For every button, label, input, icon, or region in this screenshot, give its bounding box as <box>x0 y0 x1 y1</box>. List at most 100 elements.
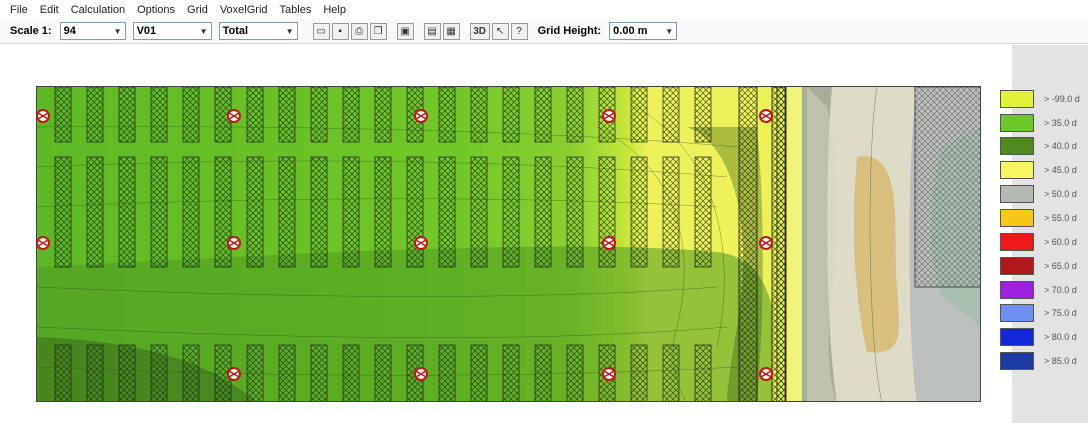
building-block <box>438 344 456 401</box>
legend-item: > 40.0 d <box>1000 137 1077 155</box>
receiver-marker <box>414 109 428 123</box>
copy-button[interactable]: ❐ <box>369 22 387 40</box>
question-icon: ? <box>516 25 522 37</box>
menu-options[interactable]: Options <box>137 4 175 16</box>
legend-label: > 55.0 d <box>1044 213 1077 223</box>
legend-swatch <box>1000 209 1034 227</box>
building-block <box>54 87 72 143</box>
legend-item: > 55.0 d <box>1000 209 1077 227</box>
building-block <box>406 156 424 268</box>
building-block <box>278 156 296 268</box>
copy-icon: ❐ <box>373 25 383 37</box>
building-block <box>694 344 712 401</box>
receiver-marker <box>602 109 616 123</box>
building-block <box>630 344 648 401</box>
building-block <box>118 156 136 268</box>
building-block <box>278 87 296 143</box>
legend-item: > 65.0 d <box>1000 257 1077 275</box>
building-block <box>630 156 648 268</box>
building-block <box>150 87 168 143</box>
building-block <box>374 87 392 143</box>
building-block <box>150 156 168 268</box>
variant-select[interactable]: V01 ▼ <box>132 22 212 40</box>
building-block <box>438 156 456 268</box>
building-block <box>566 87 584 143</box>
chevron-down-icon: ▼ <box>113 26 122 36</box>
palette-icon: ▦ <box>446 25 456 37</box>
legend-swatch <box>1000 257 1034 275</box>
legend-swatch <box>1000 114 1034 132</box>
receiver-marker <box>414 367 428 381</box>
building-block <box>438 87 456 143</box>
legend-item: > 35.0 d <box>1000 114 1077 132</box>
building-block <box>246 87 264 143</box>
grid-height-select[interactable]: 0.00 m ▼ <box>609 22 678 40</box>
table-button[interactable]: ▤ <box>423 22 441 40</box>
chevron-down-icon: ▼ <box>665 26 674 36</box>
mode-value: Total <box>222 25 249 37</box>
menu-help[interactable]: Help <box>323 4 346 16</box>
menu-file[interactable]: File <box>10 4 28 16</box>
building-block <box>694 156 712 268</box>
menu-calculation[interactable]: Calculation <box>71 4 125 16</box>
receiver-marker <box>37 236 50 250</box>
arrow-question-icon: ↖ <box>495 25 505 37</box>
calculate-button[interactable]: ▣ <box>396 22 414 40</box>
legend-item: > 75.0 d <box>1000 304 1077 322</box>
menu-tables[interactable]: Tables <box>280 4 312 16</box>
scale-value: 94 <box>63 25 76 37</box>
building-block <box>214 156 232 268</box>
building-block <box>470 156 488 268</box>
save-button[interactable]: ▪ <box>331 22 349 40</box>
menu-edit[interactable]: Edit <box>40 4 59 16</box>
building-block <box>342 344 360 401</box>
building-block <box>374 344 392 401</box>
menu-grid[interactable]: Grid <box>187 4 208 16</box>
building-block <box>342 156 360 268</box>
legend-label: > 45.0 d <box>1044 165 1077 175</box>
building-block <box>374 156 392 268</box>
palette-button[interactable]: ▦ <box>442 22 460 40</box>
building-block <box>310 87 328 143</box>
legend-item: > 50.0 d <box>1000 185 1077 203</box>
legend-item: > -99.0 d <box>1000 90 1080 108</box>
chevron-down-icon: ▼ <box>285 26 294 36</box>
receiver-marker <box>37 109 50 123</box>
building-block <box>246 344 264 401</box>
building-block <box>182 344 200 401</box>
help-button[interactable]: ? <box>510 22 528 40</box>
receiver-marker <box>759 109 773 123</box>
print-button[interactable]: ⎙ <box>350 22 368 40</box>
grid-height-value: 0.00 m <box>613 25 648 37</box>
building-block <box>118 344 136 401</box>
noise-map-plot[interactable] <box>36 86 981 402</box>
receiver-marker <box>602 367 616 381</box>
table-icon: ▤ <box>427 25 437 37</box>
building-block <box>310 156 328 268</box>
building-block <box>86 87 104 143</box>
scale-label: Scale 1: <box>10 25 52 37</box>
scale-select[interactable]: 94 ▼ <box>59 22 126 40</box>
mode-select[interactable]: Total ▼ <box>218 22 298 40</box>
legend-swatch <box>1000 304 1034 322</box>
legend-label: > 50.0 d <box>1044 189 1077 199</box>
building-block <box>566 156 584 268</box>
context-help-button[interactable]: ↖ <box>491 22 509 40</box>
legend-item: > 60.0 d <box>1000 233 1077 251</box>
3d-view-button[interactable]: 3D <box>469 22 490 40</box>
legend-label: > 80.0 d <box>1044 332 1077 342</box>
menu-voxelgrid[interactable]: VoxelGrid <box>220 4 268 16</box>
legend-label: > 35.0 d <box>1044 118 1077 128</box>
receiver-marker <box>414 236 428 250</box>
legend-label: > 60.0 d <box>1044 237 1077 247</box>
calculator-icon: ▣ <box>400 25 410 37</box>
building-block <box>86 344 104 401</box>
legend-swatch <box>1000 90 1034 108</box>
open-file-button[interactable]: ▭ <box>312 22 330 40</box>
building-block <box>534 87 552 143</box>
building-block <box>598 156 616 268</box>
legend-swatch <box>1000 352 1034 370</box>
disk-icon: ▪ <box>338 25 342 37</box>
legend-label: > 40.0 d <box>1044 141 1077 151</box>
legend-label: > 85.0 d <box>1044 356 1077 366</box>
